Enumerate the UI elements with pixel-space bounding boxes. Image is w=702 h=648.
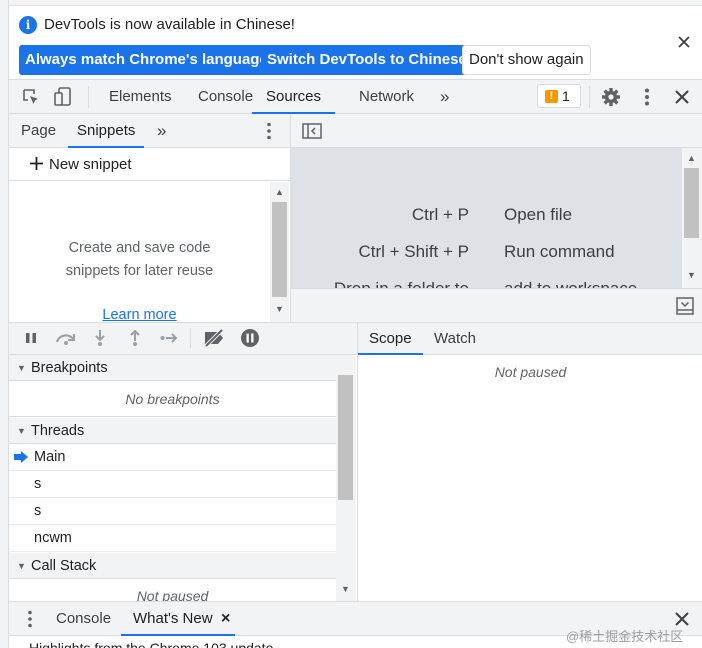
callstack-body: Not paused bbox=[9, 579, 336, 601]
issues-warning-icon: ! bbox=[545, 90, 558, 103]
window-left-edge bbox=[0, 0, 9, 648]
snippets-empty-state: Create and save code snippets for later … bbox=[9, 182, 270, 322]
watermark-text: @稀土掘金技术社区 bbox=[566, 629, 684, 644]
breakpoints-title: Breakpoints bbox=[31, 360, 108, 376]
scope-panel: Not paused bbox=[357, 355, 702, 601]
tab-sources[interactable]: Sources bbox=[252, 80, 336, 114]
close-tab-icon[interactable]: × bbox=[221, 602, 230, 636]
info-icon: i bbox=[19, 16, 37, 34]
step-over-icon[interactable] bbox=[53, 326, 79, 350]
close-devtools-icon[interactable] bbox=[671, 86, 693, 108]
tab-watch[interactable]: Watch bbox=[434, 323, 476, 355]
editor-footer bbox=[290, 288, 702, 322]
editor-scroll-thumb[interactable] bbox=[684, 168, 699, 238]
drawer-tab-whats-new-label: What's New bbox=[133, 610, 213, 627]
scroll-up-icon[interactable]: ▲ bbox=[275, 187, 284, 197]
new-snippet-label: New snippet bbox=[49, 156, 132, 173]
drawer-tab-console[interactable]: Console bbox=[56, 602, 111, 636]
thread-name: ncwm bbox=[34, 530, 72, 546]
callstack-not-paused: Not paused bbox=[136, 588, 209, 601]
step-into-icon[interactable] bbox=[89, 326, 111, 350]
editor-scrollbar[interactable]: ▲ ▼ bbox=[682, 148, 702, 288]
section-divider bbox=[9, 416, 336, 417]
issues-count: 1 bbox=[562, 88, 570, 104]
infobar-close-icon[interactable] bbox=[675, 33, 693, 51]
toggle-navigator-icon[interactable] bbox=[301, 121, 323, 141]
infobar-message: DevTools is now available in Chinese! bbox=[44, 16, 295, 33]
debugger-scroll-thumb[interactable] bbox=[338, 375, 353, 500]
step-icon[interactable] bbox=[158, 326, 180, 350]
thread-row-main[interactable]: Main bbox=[9, 444, 336, 471]
window-top-edge bbox=[0, 0, 702, 6]
device-toolbar-icon[interactable] bbox=[52, 86, 74, 108]
editor-placeholder: Ctrl + P Open file Ctrl + Shift + P Run … bbox=[290, 148, 682, 288]
toggle-debugger-icon[interactable] bbox=[675, 296, 695, 316]
thread-name: s bbox=[34, 476, 42, 492]
thread-row[interactable]: ncwm bbox=[9, 525, 336, 552]
shortcut-label-run-command: Run command bbox=[504, 242, 615, 261]
scope-not-paused: Not paused bbox=[494, 364, 567, 380]
pause-icon[interactable] bbox=[20, 326, 42, 350]
navigator-menu-icon[interactable] bbox=[263, 121, 275, 141]
callstack-title: Call Stack bbox=[31, 558, 97, 574]
issues-badge[interactable]: ! 1 bbox=[537, 84, 581, 108]
deactivate-breakpoints-icon[interactable] bbox=[202, 326, 228, 350]
shortcut-keys-drop-folder: Drop in a folder to bbox=[291, 279, 469, 288]
snippets-empty-line1: Create and save code bbox=[68, 240, 211, 256]
learn-more-link[interactable]: Learn more bbox=[9, 304, 270, 322]
drawer-menu-icon[interactable] bbox=[24, 609, 36, 629]
editor-scroll-down-icon[interactable]: ▼ bbox=[687, 270, 696, 280]
debugger-toolbar-divider bbox=[190, 328, 191, 348]
snippets-empty-line2: snippets for later reuse bbox=[65, 263, 214, 279]
step-out-icon[interactable] bbox=[124, 326, 146, 350]
nav-tab-snippets[interactable]: Snippets bbox=[68, 114, 145, 148]
no-breakpoints-text: No breakpoints bbox=[125, 391, 220, 407]
dont-show-again-button[interactable]: Don't show again bbox=[462, 45, 591, 75]
inspect-element-icon[interactable] bbox=[20, 86, 42, 108]
drawer-tab-whats-new[interactable]: What's New × bbox=[121, 602, 235, 636]
settings-gear-icon[interactable] bbox=[600, 86, 622, 108]
thread-name: Main bbox=[34, 449, 66, 465]
expand-triangle-icon: ▼ bbox=[17, 363, 26, 373]
scroll-down-icon[interactable]: ▼ bbox=[275, 304, 284, 314]
nav-more-icon[interactable]: » bbox=[157, 114, 166, 148]
more-options-icon[interactable] bbox=[637, 86, 657, 108]
navigator-scrollbar[interactable]: ▲ ▼ bbox=[270, 182, 289, 322]
threads-title: Threads bbox=[31, 423, 85, 439]
tab-console[interactable]: Console bbox=[198, 80, 253, 114]
debugger-scroll-down-icon[interactable]: ▼ bbox=[341, 584, 350, 594]
threads-section-header[interactable]: ▼ Threads bbox=[9, 418, 336, 444]
always-match-language-button[interactable]: Always match Chrome's language bbox=[19, 45, 274, 75]
whats-new-heading: Highlights from the Chrome 103 update bbox=[29, 640, 274, 648]
thread-row[interactable]: s bbox=[9, 498, 336, 525]
switch-to-chinese-button[interactable]: Switch DevTools to Chinese bbox=[261, 45, 473, 75]
more-tabs-icon[interactable]: » bbox=[440, 80, 449, 114]
toolbar-divider-right bbox=[589, 86, 590, 108]
thread-row[interactable]: s bbox=[9, 471, 336, 498]
tab-elements[interactable]: Elements bbox=[109, 80, 172, 114]
plus-icon bbox=[29, 156, 43, 170]
shortcut-keys-open-file: Ctrl + P bbox=[411, 205, 469, 224]
tab-scope[interactable]: Scope bbox=[358, 323, 423, 355]
nav-tab-page[interactable]: Page bbox=[21, 114, 56, 148]
expand-triangle-icon: ▼ bbox=[17, 561, 26, 571]
thread-name: s bbox=[34, 503, 42, 519]
new-snippet-button[interactable]: New snippet bbox=[9, 148, 290, 181]
shortcut-label-open-file: Open file bbox=[504, 205, 573, 224]
callstack-section-header[interactable]: ▼ Call Stack bbox=[9, 553, 336, 579]
toolbar-divider bbox=[88, 86, 89, 108]
shortcut-keys-run-command: Ctrl + Shift + P bbox=[358, 242, 469, 261]
tab-network[interactable]: Network bbox=[359, 80, 414, 114]
breakpoints-section-header[interactable]: ▼ Breakpoints bbox=[9, 355, 336, 381]
navigator-scroll-thumb[interactable] bbox=[272, 202, 287, 297]
pause-on-exceptions-icon[interactable] bbox=[239, 326, 261, 350]
shortcut-label-drop-folder: add to workspace bbox=[504, 279, 637, 288]
editor-tabbar bbox=[290, 114, 702, 148]
expand-triangle-icon: ▼ bbox=[17, 426, 26, 436]
current-thread-arrow-icon bbox=[14, 451, 28, 463]
debugger-scrollbar[interactable]: ▼ bbox=[336, 355, 356, 601]
editor-scroll-up-icon[interactable]: ▲ bbox=[687, 153, 696, 163]
